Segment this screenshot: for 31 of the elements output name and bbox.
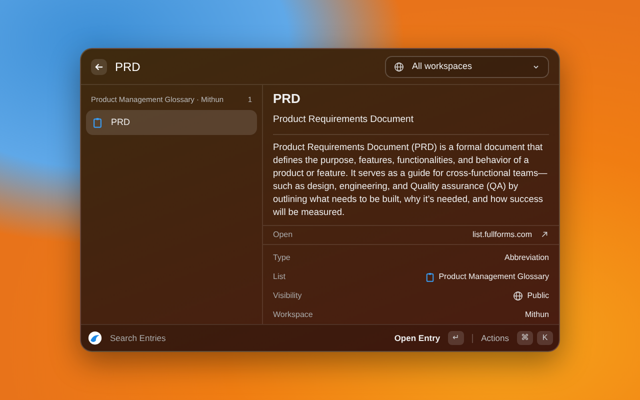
clipboard-icon [424, 272, 435, 282]
property-label: Open [273, 228, 293, 241]
search-entries-field[interactable]: Search Entries [110, 332, 166, 344]
property-value: Product Management Glossary [438, 271, 549, 284]
property-value: Mithun [524, 309, 549, 322]
shortcut-key: ⌘ [517, 331, 533, 345]
return-key: ↵ [448, 331, 464, 345]
open-link[interactable]: list.fullforms.com [472, 228, 549, 241]
actions-button[interactable]: Actions [481, 332, 509, 344]
open-entry-action[interactable]: Open Entry [394, 332, 440, 344]
property-value: Public [527, 290, 549, 302]
sidebar-item[interactable]: PRD [86, 110, 257, 136]
entry-description: Product Requirements Document (PRD) is a formal document that defines the purpose, features, functionalities, and behavior of a product or feature. It serves as a guide for cross-functional teams—such as design, engineering, and Quality assurance (QA) by outlining what needs to be built, why it’s needed, and how success will be measured. [273, 140, 548, 219]
globe-icon [394, 62, 404, 72]
back-button[interactable] [91, 58, 107, 74]
entry-subtitle: Product Requirements Document [273, 106, 549, 135]
app-logo-icon [88, 331, 102, 345]
property-label: Workspace [273, 309, 313, 322]
globe-icon [513, 291, 524, 302]
workspace-select[interactable]: All workspaces [385, 56, 549, 78]
back-arrow-icon [94, 62, 104, 72]
entry-title: PRD [273, 91, 302, 107]
shortcut-key: K [537, 331, 553, 345]
property-label: Visibility [273, 290, 302, 302]
external-link-icon [540, 230, 549, 240]
property-value: Abbreviation [504, 252, 549, 264]
search-query[interactable]: PRD [115, 58, 140, 76]
chevron-down-icon [532, 62, 540, 70]
property-label: List [273, 271, 286, 284]
property-label: Type [273, 252, 290, 264]
clipboard-icon [92, 117, 103, 128]
